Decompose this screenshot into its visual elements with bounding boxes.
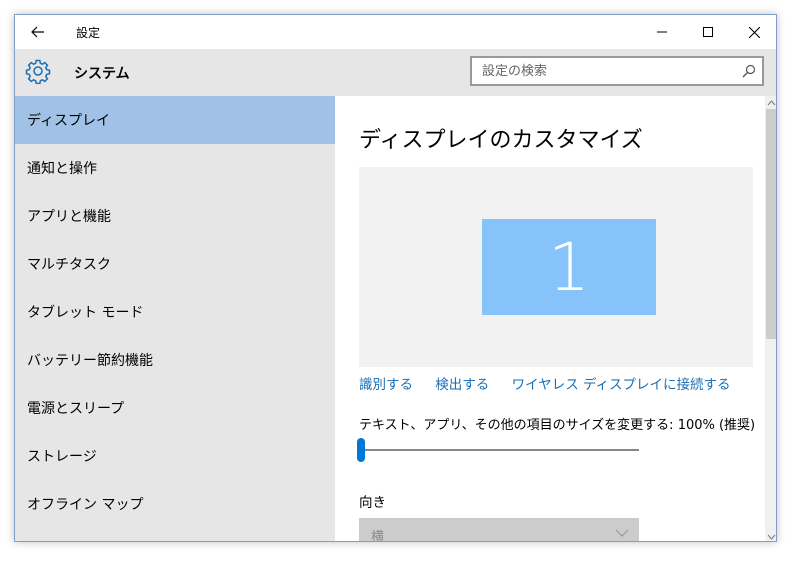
scroll-up-icon[interactable]: [765, 98, 777, 108]
close-icon: [748, 26, 760, 38]
sidebar-item-label: タブレット モード: [27, 305, 144, 321]
search-input[interactable]: [472, 58, 742, 84]
sidebar-item-label: ディスプレイ: [27, 113, 111, 129]
orientation-label: 向き: [359, 495, 386, 511]
sidebar-item-storage[interactable]: ストレージ: [15, 432, 335, 480]
display-links: 識別する 検出する ワイヤレス ディスプレイに接続する: [359, 373, 749, 393]
vertical-scrollbar[interactable]: [765, 96, 777, 542]
minimize-button[interactable]: [639, 15, 685, 49]
identify-link[interactable]: 識別する: [359, 377, 413, 393]
scrollbar-thumb[interactable]: [766, 109, 776, 339]
sidebar-item-apps-features[interactable]: アプリと機能: [15, 192, 335, 240]
sidebar: ディスプレイ 通知と操作 アプリと機能 マルチタスク タブレット モード バッテ…: [15, 96, 335, 541]
scale-slider-track[interactable]: [359, 449, 639, 451]
sidebar-item-label: オフライン マップ: [27, 497, 144, 513]
sidebar-item-label: マルチタスク: [27, 257, 111, 273]
maximize-icon: [703, 27, 713, 37]
title-bar: 設定: [15, 15, 776, 49]
display-arrangement-area: 1: [359, 167, 753, 367]
back-button[interactable]: [21, 17, 55, 47]
scroll-down-icon[interactable]: [765, 532, 777, 542]
sidebar-item-offline-maps[interactable]: オフライン マップ: [15, 480, 335, 528]
sidebar-item-label: アプリと機能: [27, 209, 111, 225]
back-arrow-icon: [31, 26, 44, 38]
scale-label: テキスト、アプリ、その他の項目のサイズを変更する: 100% (推奨): [359, 418, 756, 433]
orientation-dropdown[interactable]: 横: [359, 518, 639, 542]
close-button[interactable]: [731, 15, 776, 49]
sidebar-item-display[interactable]: ディスプレイ: [15, 96, 335, 144]
minimize-icon: [657, 31, 667, 33]
search-icon[interactable]: [742, 64, 756, 78]
sidebar-item-label: 通知と操作: [27, 161, 97, 177]
maximize-button[interactable]: [685, 15, 731, 49]
monitor-1[interactable]: 1: [482, 219, 656, 315]
wireless-display-link[interactable]: ワイヤレス ディスプレイに接続する: [512, 377, 731, 393]
sidebar-item-label: ストレージ: [27, 449, 97, 465]
orientation-value: 横: [371, 530, 385, 542]
section-title: システム: [74, 66, 130, 82]
sidebar-item-power-sleep[interactable]: 電源とスリープ: [15, 384, 335, 432]
page-title: ディスプレイのカスタマイズ: [359, 128, 643, 153]
gear-icon: [25, 59, 51, 84]
sidebar-item-tablet-mode[interactable]: タブレット モード: [15, 288, 335, 336]
main-content: ディスプレイのカスタマイズ 1 識別する 検出する ワイヤレス ディスプレイに接…: [335, 96, 776, 542]
scale-slider-thumb[interactable]: [357, 438, 365, 462]
settings-header: システム: [15, 49, 776, 96]
window-title: 設定: [76, 26, 101, 40]
sidebar-item-notifications[interactable]: 通知と操作: [15, 144, 335, 192]
sidebar-item-label: 電源とスリープ: [27, 401, 125, 417]
search-box: [470, 56, 764, 86]
chevron-down-icon: [615, 529, 629, 537]
settings-window: 設定 システム 設定の検索 ディスプレイ 通知と操作 アプリと機能 マルチタスク…: [14, 14, 777, 542]
sidebar-item-multitasking[interactable]: マルチタスク: [15, 240, 335, 288]
detect-link[interactable]: 検出する: [435, 377, 489, 393]
sidebar-item-label: バッテリー節約機能: [27, 353, 153, 369]
sidebar-item-battery-saver[interactable]: バッテリー節約機能: [15, 336, 335, 384]
